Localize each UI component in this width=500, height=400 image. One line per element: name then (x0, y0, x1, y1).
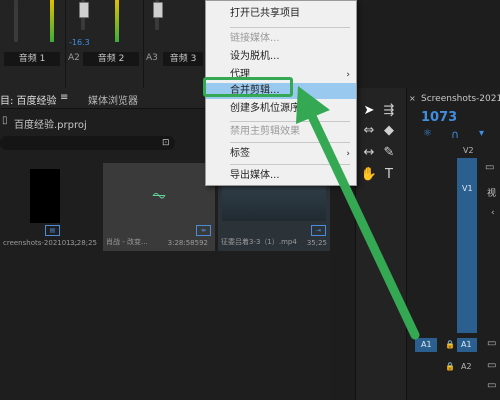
annotation-arrow (296, 86, 420, 340)
